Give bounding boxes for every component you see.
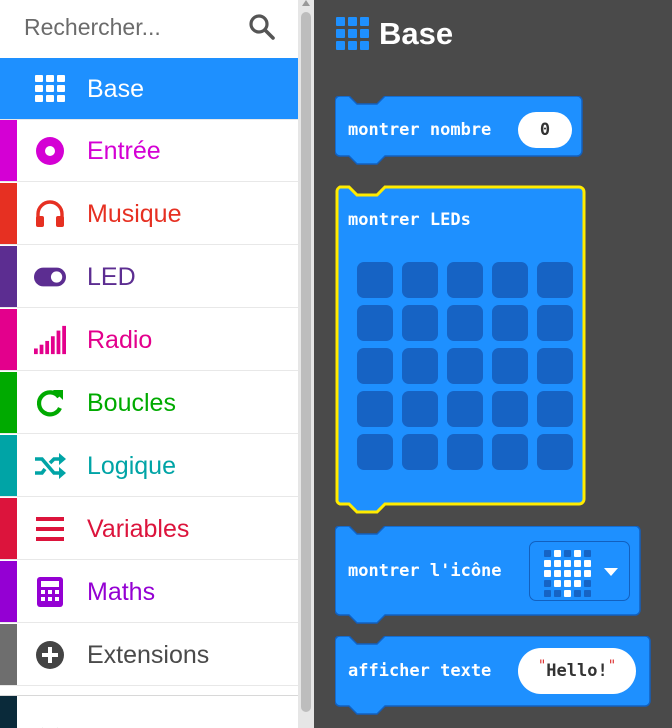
toolbox-scrollbar[interactable] [298, 0, 314, 728]
led-cell[interactable] [357, 348, 393, 384]
flyout-heading: Base [336, 12, 453, 56]
led-cell[interactable] [492, 305, 528, 341]
list-icon [34, 513, 66, 545]
category-label: Logique [87, 452, 176, 480]
category-label: Entrée [87, 137, 161, 165]
led-cell[interactable] [447, 305, 483, 341]
category-label: Variables [87, 515, 190, 543]
block-label: afficher texte [348, 661, 492, 681]
category-advanced-partial[interactable] [0, 695, 298, 728]
number-input[interactable]: 0 [518, 112, 572, 148]
category-base[interactable]: Base [0, 58, 298, 120]
toggle-icon [34, 261, 66, 293]
quote-mark: " [537, 658, 547, 674]
led-cell[interactable] [357, 262, 393, 298]
toolbox: Base Entrée Musique LED [0, 0, 298, 728]
block-label: montrer nombre [348, 120, 492, 140]
category-led[interactable]: LED [0, 246, 298, 308]
category-label: Base [87, 75, 144, 103]
signal-bars-icon [34, 324, 66, 356]
led-cell[interactable] [492, 391, 528, 427]
shuffle-icon [34, 450, 66, 482]
led-cell[interactable] [447, 434, 483, 470]
led-cell[interactable] [537, 262, 573, 298]
led-cell[interactable] [447, 262, 483, 298]
text-value: Hello! [546, 661, 608, 681]
category-loops[interactable]: Boucles [0, 372, 298, 434]
grid-icon [336, 17, 369, 50]
dropdown-arrow-icon [604, 568, 618, 576]
category-color-bar [0, 309, 17, 370]
text-input[interactable]: " Hello! " [518, 648, 636, 694]
search-bar [0, 0, 298, 58]
led-cell[interactable] [447, 348, 483, 384]
category-radio[interactable]: Radio [0, 309, 298, 371]
category-label: Extensions [87, 641, 210, 669]
category-label: Radio [87, 326, 153, 354]
led-cell[interactable] [357, 391, 393, 427]
grid-icon [34, 73, 66, 105]
block-label: montrer LEDs [348, 210, 471, 230]
category-color-bar [0, 561, 17, 622]
icon-dropdown[interactable] [529, 541, 630, 601]
led-cell[interactable] [402, 348, 438, 384]
led-cell[interactable] [402, 262, 438, 298]
headphones-icon [34, 198, 66, 230]
heart-icon [544, 550, 591, 597]
category-color-bar [0, 498, 17, 559]
category-color-bar [0, 120, 17, 181]
category-color-bar [0, 624, 17, 685]
led-cell[interactable] [357, 434, 393, 470]
category-input[interactable]: Entrée [0, 120, 298, 182]
refresh-icon [34, 387, 66, 419]
category-label: LED [87, 263, 136, 291]
led-cell[interactable] [537, 434, 573, 470]
category-extensions[interactable]: Extensions [0, 624, 298, 686]
calculator-icon [34, 576, 66, 608]
chevron-down-icon [34, 718, 66, 728]
block-label: montrer l'icône [348, 561, 502, 581]
led-cell[interactable] [492, 262, 528, 298]
scroll-up-arrow-icon[interactable] [302, 0, 310, 6]
flyout-title: Base [379, 16, 454, 51]
category-color-bar [0, 372, 17, 433]
led-cell[interactable] [492, 434, 528, 470]
category-color-bar [0, 246, 17, 307]
search-icon[interactable] [248, 13, 276, 41]
led-cell[interactable] [537, 391, 573, 427]
category-logic[interactable]: Logique [0, 435, 298, 497]
category-color-bar [0, 183, 17, 244]
category-color-bar [0, 696, 17, 728]
led-cell[interactable] [402, 391, 438, 427]
led-cell[interactable] [537, 305, 573, 341]
plus-circle-icon [34, 639, 66, 671]
quote-mark: " [607, 658, 617, 674]
circle-dot-icon [34, 135, 66, 167]
category-label: Maths [87, 578, 156, 606]
category-variables[interactable]: Variables [0, 498, 298, 560]
blocks-flyout: Base montrer nombre 0 montrer LEDs montr… [314, 0, 672, 728]
category-music[interactable]: Musique [0, 183, 298, 245]
led-cell[interactable] [402, 434, 438, 470]
category-math[interactable]: Maths [0, 561, 298, 623]
led-cell[interactable] [447, 391, 483, 427]
led-matrix [357, 262, 573, 470]
led-cell[interactable] [357, 305, 393, 341]
led-cell[interactable] [537, 348, 573, 384]
led-cell[interactable] [402, 305, 438, 341]
category-label: Musique [87, 200, 182, 228]
category-color-bar [0, 435, 17, 496]
category-label: Boucles [87, 389, 176, 417]
led-cell[interactable] [492, 348, 528, 384]
scrollbar-thumb[interactable] [301, 12, 311, 712]
